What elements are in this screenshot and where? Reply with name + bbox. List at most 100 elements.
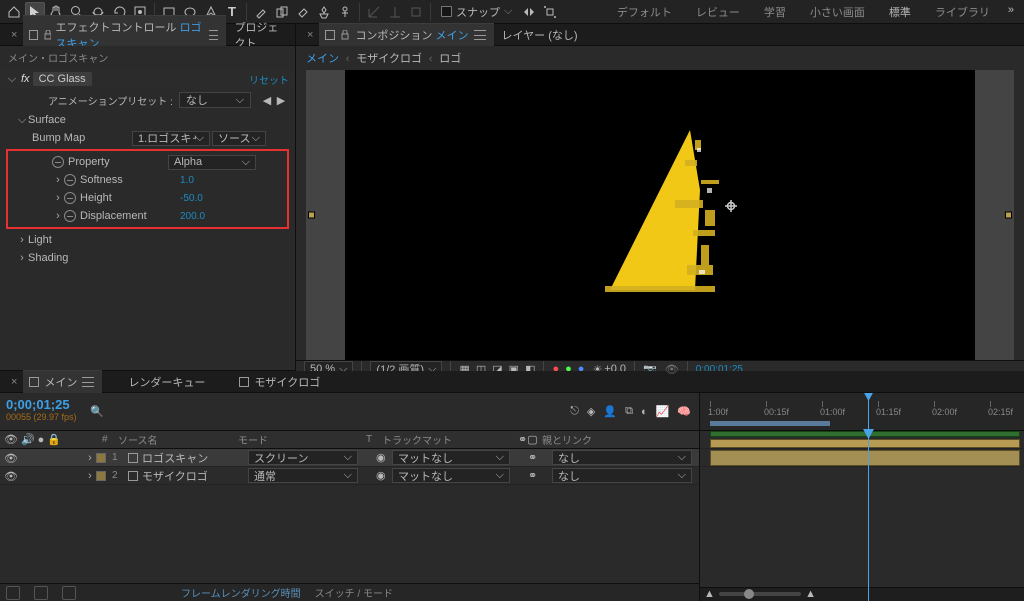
timeline-tracks[interactable]: ▲▲ bbox=[700, 431, 1024, 601]
matte-toggle[interactable]: ◉ bbox=[376, 451, 386, 464]
search-input[interactable] bbox=[108, 406, 557, 418]
tab-close[interactable]: × bbox=[4, 373, 21, 391]
draft3d-icon[interactable]: ◈ bbox=[587, 405, 595, 418]
lock-col-icon[interactable]: 🔒 bbox=[47, 433, 61, 446]
brain-icon[interactable]: 🧠 bbox=[677, 405, 691, 418]
graph-editor-icon[interactable]: 📈 bbox=[656, 405, 670, 418]
tab-close[interactable]: × bbox=[300, 26, 317, 44]
layer-handle-left[interactable] bbox=[308, 212, 315, 219]
puppet-tool[interactable] bbox=[335, 2, 355, 22]
motion-blur-icon[interactable]: ◐ bbox=[641, 406, 648, 418]
bump-map-src-select[interactable]: ソース⌵ bbox=[212, 131, 266, 146]
displacement-value[interactable]: 200.0 bbox=[180, 211, 205, 222]
label-color[interactable] bbox=[96, 471, 106, 481]
timeline-track-area[interactable]: 1:00f00:15f01:00f01:15f02:00f02:15f03:00… bbox=[700, 393, 1024, 601]
preset-nav[interactable]: ◀▶ bbox=[261, 94, 287, 107]
current-time-indicator-line[interactable] bbox=[868, 431, 869, 601]
stopwatch-icon[interactable] bbox=[52, 156, 64, 168]
visibility-toggle[interactable]: 👁 bbox=[4, 452, 16, 464]
timeline-zoom-slider[interactable]: ▲▲ bbox=[700, 587, 820, 601]
timeline-layer-row[interactable]: 👁 › 2 モザイクロゴ 通常⌵ ◉ マットなし⌵ ⚭ なし⌵ bbox=[0, 467, 699, 485]
solo-col-icon[interactable]: ● bbox=[38, 434, 45, 446]
tab-timeline-mosaic[interactable]: モザイクロゴ bbox=[233, 371, 328, 393]
height-value[interactable]: -50.0 bbox=[180, 193, 203, 204]
view-axis[interactable] bbox=[406, 2, 426, 22]
snapping-option[interactable] bbox=[519, 2, 539, 22]
anchor-point-icon[interactable] bbox=[725, 200, 737, 212]
blend-mode-select[interactable]: スクリーン⌵ bbox=[248, 450, 358, 465]
reset-link[interactable]: リセット bbox=[249, 72, 289, 87]
roto-tool[interactable] bbox=[314, 2, 334, 22]
home-icon[interactable] bbox=[4, 2, 24, 22]
ruler-tick-label: 02:15f bbox=[988, 407, 1013, 417]
audio-col-icon[interactable]: 🔊 bbox=[21, 433, 35, 446]
effect-name[interactable]: CC Glass bbox=[33, 72, 92, 86]
tab-composition[interactable]: コンポジション メイン bbox=[319, 23, 493, 46]
label-color[interactable] bbox=[96, 453, 106, 463]
ws-tab-default[interactable]: デフォルト bbox=[605, 0, 684, 24]
property-select[interactable]: Alpha⌵ bbox=[168, 155, 256, 170]
timeline-timecode[interactable]: 0;00;01;25 00055 (29.97 fps) bbox=[0, 393, 84, 430]
timeline-panel: × メイン レンダーキュー モザイクロゴ 0;00;01;25 00055 (2… bbox=[0, 371, 1024, 601]
show-snapshot-icon[interactable]: 👁 bbox=[665, 363, 679, 376]
pickwhip-icon[interactable]: ⚭ bbox=[528, 469, 537, 482]
comp-tab-label: コンポジション メイン bbox=[355, 27, 468, 43]
tab-render-queue[interactable]: レンダーキュー bbox=[122, 371, 213, 393]
parent-select[interactable]: なし⌵ bbox=[552, 450, 692, 465]
light-group[interactable]: › Light bbox=[0, 231, 295, 249]
timeline-search[interactable]: 🔍 bbox=[84, 393, 562, 430]
ruler-tick-label: 00:15f bbox=[764, 407, 789, 417]
surface-group[interactable]: ⌵ Surface bbox=[0, 111, 295, 129]
timeline-tabs: × メイン レンダーキュー モザイクロゴ bbox=[0, 371, 1024, 393]
stopwatch-icon[interactable] bbox=[64, 174, 76, 186]
ws-tab-standard[interactable]: 標準 bbox=[877, 0, 923, 24]
ws-tab-library[interactable]: ライブラリ bbox=[923, 0, 1002, 24]
tab-timeline-main[interactable]: メイン bbox=[23, 370, 102, 393]
matte-toggle[interactable]: ◉ bbox=[376, 469, 386, 482]
timeline-rows: 👁 › 1 ロゴスキャン スクリーン⌵ ◉ マットなし⌵ ⚭ なし⌵ 👁 › 2… bbox=[0, 449, 699, 583]
tab-close[interactable]: × bbox=[4, 26, 21, 44]
ws-tab-review[interactable]: レビュー bbox=[684, 0, 752, 24]
viewer-canvas[interactable] bbox=[306, 70, 1014, 360]
eraser-tool[interactable] bbox=[293, 2, 313, 22]
snap-checkbox[interactable]: スナップ ⌵ bbox=[441, 4, 512, 20]
tab-layer[interactable]: レイヤー (なし) bbox=[496, 24, 586, 46]
frame-blend-icon[interactable]: ⧉ bbox=[625, 405, 633, 418]
parent-select[interactable]: なし⌵ bbox=[552, 468, 692, 483]
current-time-indicator[interactable] bbox=[868, 393, 869, 430]
effect-breadcrumb: メイン・ロゴスキャン bbox=[0, 46, 295, 69]
timeline-layer-row[interactable]: 👁 › 1 ロゴスキャン スクリーン⌵ ◉ マットなし⌵ ⚭ なし⌵ bbox=[0, 449, 699, 467]
snapping-option2[interactable] bbox=[540, 2, 560, 22]
ws-more[interactable]: » bbox=[1002, 0, 1020, 24]
pickwhip-icon[interactable]: ⚭ bbox=[528, 451, 537, 464]
twirl-icon[interactable]: › bbox=[84, 470, 96, 482]
track-matte-select[interactable]: マットなし⌵ bbox=[392, 450, 510, 465]
viewer-panel-tabs: × コンポジション メイン レイヤー (なし) bbox=[296, 24, 1024, 46]
anim-preset-select[interactable]: なし⌵ bbox=[179, 92, 251, 108]
visibility-toggle[interactable]: 👁 bbox=[4, 470, 16, 482]
stopwatch-icon[interactable] bbox=[64, 192, 76, 204]
shading-group[interactable]: › Shading bbox=[0, 249, 295, 267]
toggle-modes[interactable] bbox=[34, 586, 48, 600]
softness-value[interactable]: 1.0 bbox=[180, 175, 194, 186]
toggle-in-out[interactable] bbox=[62, 586, 76, 600]
timeline-ruler[interactable]: 1:00f00:15f01:00f01:15f02:00f02:15f03:00… bbox=[700, 393, 1024, 431]
local-axis[interactable] bbox=[364, 2, 384, 22]
world-axis[interactable] bbox=[385, 2, 405, 22]
track-matte-select[interactable]: マットなし⌵ bbox=[392, 468, 510, 483]
twirl-icon[interactable]: › bbox=[84, 452, 96, 464]
stopwatch-icon[interactable] bbox=[64, 210, 76, 222]
ws-tab-learn[interactable]: 学習 bbox=[752, 0, 798, 24]
toggle-switches[interactable] bbox=[6, 586, 20, 600]
composition-flowchart-icon[interactable]: ⎋ bbox=[570, 405, 579, 418]
bump-map-layer-select[interactable]: 1.ロゴスキャン⌵ bbox=[132, 131, 210, 146]
snap-label: スナップ bbox=[456, 4, 500, 20]
video-col-icon[interactable]: 👁 bbox=[4, 433, 18, 446]
panel-icon bbox=[239, 377, 249, 387]
hide-shy-icon[interactable]: 👤 bbox=[603, 405, 617, 418]
height-row: › Height -50.0 bbox=[8, 189, 287, 207]
layer-handle-right[interactable] bbox=[1005, 212, 1012, 219]
twirl-icon[interactable]: ⌵ bbox=[6, 73, 18, 86]
ws-tab-small[interactable]: 小さい画面 bbox=[798, 0, 877, 24]
blend-mode-select[interactable]: 通常⌵ bbox=[248, 468, 358, 483]
